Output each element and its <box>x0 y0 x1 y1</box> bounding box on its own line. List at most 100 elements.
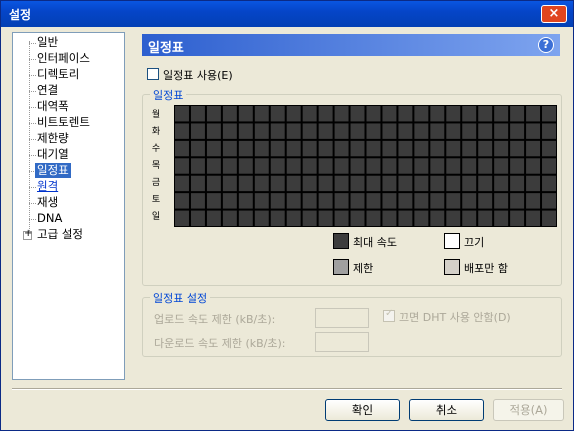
schedule-cell[interactable] <box>175 123 189 139</box>
schedule-cell[interactable] <box>478 210 493 226</box>
schedule-cell[interactable] <box>206 175 221 192</box>
schedule-cell[interactable] <box>270 123 285 139</box>
schedule-cell[interactable] <box>334 123 349 139</box>
schedule-cell[interactable] <box>510 175 525 192</box>
schedule-cell[interactable] <box>254 158 269 174</box>
schedule-cell[interactable] <box>430 123 445 139</box>
schedule-cell[interactable] <box>366 158 381 174</box>
sidebar-item-advanced[interactable]: 고급 설정 <box>37 227 83 242</box>
schedule-cell[interactable] <box>206 210 221 226</box>
schedule-cell[interactable] <box>542 193 556 209</box>
schedule-cell[interactable] <box>238 158 253 174</box>
schedule-cell[interactable] <box>494 210 509 226</box>
schedule-cell[interactable] <box>350 210 365 226</box>
sidebar-item-bittorrent[interactable]: 비트토렌트 <box>37 115 90 130</box>
schedule-cell[interactable] <box>414 175 429 192</box>
schedule-cell[interactable] <box>175 140 189 157</box>
schedule-cell[interactable] <box>302 175 317 192</box>
schedule-cell[interactable] <box>334 175 349 192</box>
schedule-cell[interactable] <box>254 123 269 139</box>
schedule-cell[interactable] <box>366 210 381 226</box>
schedule-cell[interactable] <box>222 210 237 226</box>
schedule-cell[interactable] <box>254 106 269 122</box>
schedule-cell[interactable] <box>286 158 301 174</box>
schedule-cell[interactable] <box>254 175 269 192</box>
schedule-cell[interactable] <box>206 106 221 122</box>
schedule-cell[interactable] <box>350 140 365 157</box>
schedule-cell[interactable] <box>398 140 413 157</box>
schedule-cell[interactable] <box>222 175 237 192</box>
schedule-cell[interactable] <box>222 140 237 157</box>
schedule-cell[interactable] <box>318 140 333 157</box>
expand-icon[interactable]: + <box>23 228 32 240</box>
schedule-cell[interactable] <box>462 106 477 122</box>
schedule-cell[interactable] <box>190 210 205 226</box>
schedule-cell[interactable] <box>350 193 365 209</box>
schedule-cell[interactable] <box>366 140 381 157</box>
cancel-button[interactable]: 취소 <box>409 399 484 421</box>
schedule-cell[interactable] <box>318 106 333 122</box>
schedule-cell[interactable] <box>510 123 525 139</box>
schedule-cell[interactable] <box>462 140 477 157</box>
schedule-cell[interactable] <box>414 106 429 122</box>
download-limit-input[interactable] <box>315 332 369 352</box>
schedule-cell[interactable] <box>462 193 477 209</box>
schedule-cell[interactable] <box>430 175 445 192</box>
schedule-cell[interactable] <box>190 106 205 122</box>
schedule-grid[interactable] <box>174 105 557 227</box>
schedule-cell[interactable] <box>398 123 413 139</box>
schedule-cell[interactable] <box>286 193 301 209</box>
schedule-cell[interactable] <box>286 210 301 226</box>
schedule-cell[interactable] <box>222 106 237 122</box>
sidebar-item-interface[interactable]: 인터페이스 <box>37 51 90 66</box>
schedule-cell[interactable] <box>446 140 461 157</box>
schedule-cell[interactable] <box>414 140 429 157</box>
schedule-cell[interactable] <box>318 175 333 192</box>
schedule-cell[interactable] <box>334 210 349 226</box>
schedule-cell[interactable] <box>270 193 285 209</box>
sidebar-item-playback[interactable]: 재생 <box>37 195 58 210</box>
schedule-cell[interactable] <box>398 210 413 226</box>
schedule-cell[interactable] <box>526 175 541 192</box>
schedule-cell[interactable] <box>542 140 556 157</box>
settings-tree[interactable]: 일반 인터페이스 디렉토리 연결 대역폭 비트토렌트 제한량 대기열 일정표 원… <box>12 32 125 380</box>
schedule-cell[interactable] <box>478 175 493 192</box>
schedule-cell[interactable] <box>414 210 429 226</box>
schedule-cell[interactable] <box>190 193 205 209</box>
schedule-cell[interactable] <box>238 123 253 139</box>
schedule-cell[interactable] <box>494 123 509 139</box>
schedule-cell[interactable] <box>238 175 253 192</box>
schedule-cell[interactable] <box>510 158 525 174</box>
schedule-cell[interactable] <box>302 140 317 157</box>
schedule-cell[interactable] <box>478 140 493 157</box>
schedule-cell[interactable] <box>398 193 413 209</box>
disable-dht-checkbox[interactable]: ✓ <box>383 308 395 322</box>
schedule-cell[interactable] <box>270 106 285 122</box>
schedule-cell[interactable] <box>206 193 221 209</box>
schedule-cell[interactable] <box>318 193 333 209</box>
schedule-cell[interactable] <box>206 123 221 139</box>
schedule-cell[interactable] <box>190 140 205 157</box>
schedule-cell[interactable] <box>302 210 317 226</box>
sidebar-item-bandwidth[interactable]: 대역폭 <box>37 99 69 114</box>
schedule-cell[interactable] <box>478 123 493 139</box>
schedule-cell[interactable] <box>542 175 556 192</box>
schedule-cell[interactable] <box>446 106 461 122</box>
schedule-cell[interactable] <box>350 158 365 174</box>
schedule-cell[interactable] <box>190 123 205 139</box>
schedule-cell[interactable] <box>254 140 269 157</box>
schedule-cell[interactable] <box>334 158 349 174</box>
sidebar-item-transfer-cap[interactable]: 제한량 <box>37 131 69 146</box>
schedule-cell[interactable] <box>430 158 445 174</box>
schedule-cell[interactable] <box>286 140 301 157</box>
schedule-cell[interactable] <box>350 123 365 139</box>
schedule-cell[interactable] <box>526 193 541 209</box>
schedule-cell[interactable] <box>430 106 445 122</box>
schedule-cell[interactable] <box>286 106 301 122</box>
schedule-cell[interactable] <box>446 123 461 139</box>
schedule-cell[interactable] <box>222 158 237 174</box>
schedule-cell[interactable] <box>430 193 445 209</box>
sidebar-item-dna[interactable]: DNA <box>37 211 62 226</box>
schedule-cell[interactable] <box>286 175 301 192</box>
schedule-cell[interactable] <box>510 193 525 209</box>
